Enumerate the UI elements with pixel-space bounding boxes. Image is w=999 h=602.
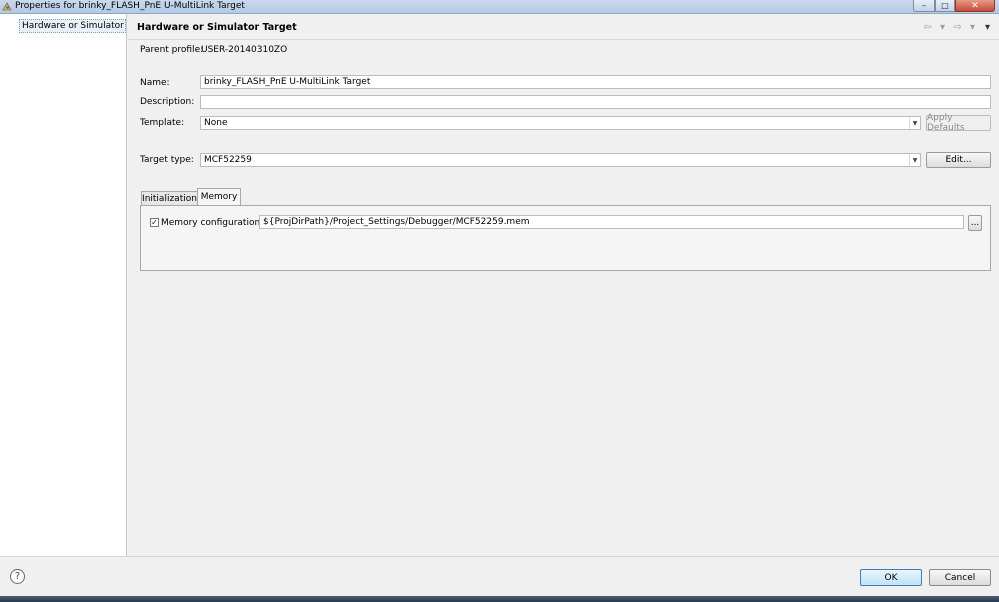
minimize-icon[interactable]: – bbox=[913, 0, 935, 12]
ok-button-label: OK bbox=[884, 572, 898, 583]
view-menu-icon[interactable]: ▾ bbox=[982, 22, 993, 33]
template-combo-value: None bbox=[204, 118, 228, 128]
app-icon bbox=[2, 2, 12, 11]
title-bar[interactable]: Properties for brinky_FLASH_PnE U-MultiL… bbox=[0, 0, 999, 14]
close-icon[interactable]: ✕ bbox=[955, 0, 995, 12]
dropdown-arrow-icon[interactable]: ▼ bbox=[909, 154, 920, 166]
window-title: Properties for brinky_FLASH_PnE U-MultiL… bbox=[15, 1, 245, 11]
browse-button-label: ... bbox=[970, 218, 980, 228]
name-field-value: brinky_FLASH_PnE U-MultiLink Target bbox=[204, 77, 371, 87]
apply-defaults-button[interactable]: Apply Defaults bbox=[926, 113, 991, 133]
template-label: Template: bbox=[140, 118, 185, 128]
target-type-label: Target type: bbox=[140, 155, 194, 165]
browse-button[interactable]: ... bbox=[968, 215, 982, 231]
menu-dropdown-icon[interactable]: ▾ bbox=[967, 22, 978, 33]
page-title: Hardware or Simulator Target bbox=[137, 22, 297, 33]
parent-profile-value: USER-20140310ZO bbox=[201, 45, 288, 55]
target-type-combo[interactable]: MCF52259 ▼ bbox=[200, 153, 921, 167]
nav-item-label: Hardware or Simulator Target bbox=[22, 21, 125, 31]
template-combo[interactable]: None ▼ bbox=[200, 116, 921, 130]
checkmark-icon: ✓ bbox=[151, 218, 158, 227]
description-label: Description: bbox=[140, 97, 195, 107]
cancel-button-label: Cancel bbox=[944, 572, 976, 583]
cancel-button[interactable]: Cancel bbox=[929, 569, 991, 586]
tab-initialization-label: Initialization bbox=[142, 193, 197, 204]
dropdown-arrow-icon[interactable]: ▼ bbox=[909, 117, 920, 129]
name-label: Name: bbox=[140, 78, 170, 88]
maximize-icon[interactable]: □ bbox=[935, 0, 955, 12]
nav-item-hardware-target[interactable]: Hardware or Simulator Target bbox=[19, 19, 126, 33]
memory-config-path-field[interactable]: ${ProjDirPath}/Project_Settings/Debugger… bbox=[259, 215, 964, 229]
target-type-combo-value: MCF52259 bbox=[204, 155, 252, 165]
parent-profile-label: Parent profile: bbox=[140, 45, 204, 55]
menu-dropdown-icon[interactable]: ▾ bbox=[937, 22, 948, 33]
name-field[interactable]: brinky_FLASH_PnE U-MultiLink Target bbox=[200, 75, 991, 89]
edit-button[interactable]: Edit... bbox=[926, 152, 991, 168]
memory-config-checkbox[interactable]: ✓ bbox=[150, 218, 159, 227]
back-arrow-icon[interactable]: ⇦ bbox=[922, 22, 933, 33]
property-page-list: Hardware or Simulator Target bbox=[0, 14, 127, 556]
dialog-footer: ? OK Cancel bbox=[0, 556, 999, 596]
page-header: Hardware or Simulator Target ⇦ ▾ ⇨ ▾ ▾ bbox=[128, 14, 999, 40]
memory-config-path-value: ${ProjDirPath}/Project_Settings/Debugger… bbox=[263, 217, 530, 227]
edit-button-label: Edit... bbox=[945, 155, 972, 165]
tab-memory[interactable]: Memory bbox=[197, 188, 241, 205]
help-icon[interactable]: ? bbox=[10, 569, 25, 584]
tab-initialization[interactable]: Initialization bbox=[141, 191, 198, 206]
description-field[interactable] bbox=[200, 95, 991, 109]
tab-memory-label: Memory bbox=[200, 192, 238, 202]
ok-button[interactable]: OK bbox=[860, 569, 922, 586]
apply-defaults-label: Apply Defaults bbox=[927, 113, 965, 133]
forward-arrow-icon[interactable]: ⇨ bbox=[952, 22, 963, 33]
taskbar bbox=[0, 596, 999, 602]
memory-config-label: Memory configuration: bbox=[161, 218, 264, 228]
